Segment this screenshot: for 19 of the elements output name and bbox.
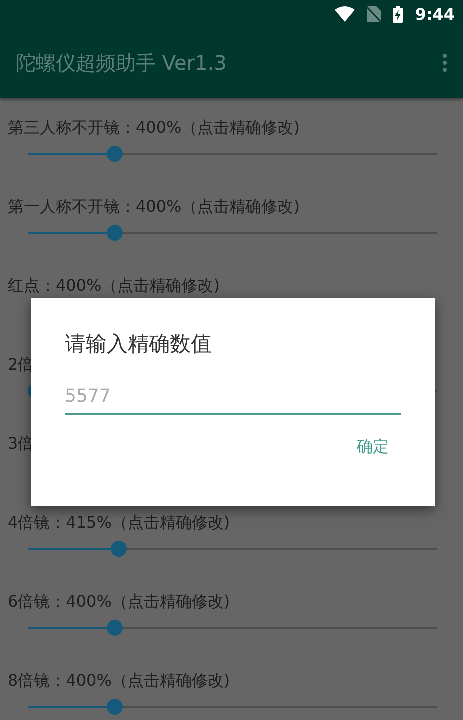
app-title: 陀螺仪超频助手 Ver1.3 [16,50,227,76]
slider-thumb[interactable] [106,146,123,162]
setting-label[interactable]: 第一人称不开镜：400%（点击精确修改) [8,197,300,218]
setting-label[interactable]: 8倍镜：400%（点击精确修改) [8,671,230,692]
slider-thumb[interactable] [106,699,123,715]
wifi-icon [335,6,356,22]
battery-charging-icon [393,6,404,22]
setting-label[interactable]: 4倍镜：415%（点击精确修改) [8,513,230,534]
overflow-menu-icon[interactable] [443,54,447,72]
status-time: 9:44 [415,4,455,24]
no-sim-icon [367,6,382,22]
setting-label[interactable]: 红点：400%（点击精确修改) [8,276,220,297]
confirm-button[interactable]: 确定 [345,429,401,466]
slider-thumb[interactable] [110,541,127,557]
dialog-title: 请输入精确数值 [65,331,212,358]
slider-thumb[interactable] [106,225,123,241]
slider-thumb[interactable] [106,620,123,636]
setting-label[interactable]: 6倍镜：400%（点击精确修改) [8,592,230,613]
setting-label[interactable]: 第三人称不开镜：400%（点击精确修改) [8,118,300,139]
